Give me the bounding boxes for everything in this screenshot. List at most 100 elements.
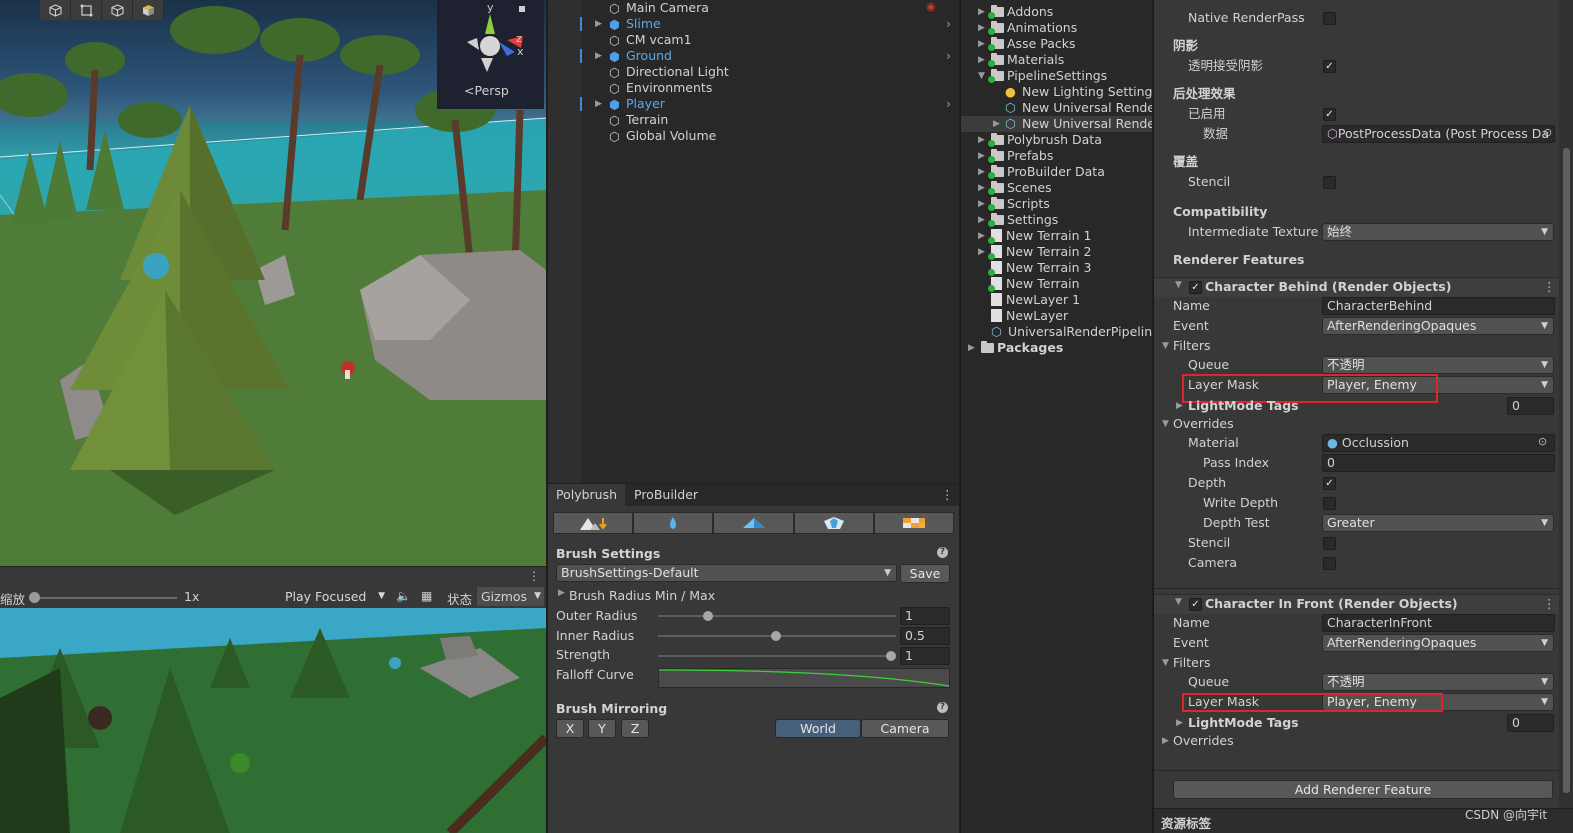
expand-arrow-icon[interactable]: ▶ bbox=[595, 48, 602, 64]
falloff-curve-field[interactable] bbox=[658, 668, 950, 688]
raise-lower-icon[interactable] bbox=[553, 512, 634, 534]
collapse-arrow-icon[interactable]: ▼ bbox=[1175, 597, 1182, 607]
inner-radius-slider-thumb[interactable] bbox=[771, 631, 781, 641]
hierarchy-item-global-volume[interactable]: ⬡ Global Volume bbox=[609, 128, 716, 144]
project-item-universal-render-1[interactable]: ⬡ New Universal Render bbox=[1005, 100, 1152, 116]
smooth-icon[interactable] bbox=[633, 512, 714, 534]
more-options-icon[interactable]: ⋮ bbox=[1543, 279, 1556, 294]
feature-enabled-checkbox[interactable]: ✓ bbox=[1189, 281, 1202, 294]
lightmode-tags-foldout[interactable]: LightMode Tags bbox=[1188, 713, 1299, 733]
projection-toggle[interactable]: <Persp bbox=[464, 83, 509, 98]
expand-arrow-icon[interactable]: ▶ bbox=[978, 244, 985, 260]
help-icon[interactable]: ? bbox=[937, 547, 948, 558]
open-prefab-chevron-icon[interactable]: › bbox=[946, 48, 951, 63]
mirror-z-button[interactable]: Z bbox=[621, 719, 649, 738]
project-item-scenes[interactable]: ▶ Scenes bbox=[978, 180, 1052, 196]
project-item-materials[interactable]: ▶ Materials bbox=[978, 52, 1064, 68]
feature-event-dropdown[interactable]: AfterRenderingOpaques ▼ bbox=[1322, 634, 1554, 652]
orientation-gizmo[interactable]: y z x <Persp bbox=[437, 0, 544, 109]
brush-preset-dropdown[interactable]: BrushSettings-Default ▼ bbox=[556, 564, 897, 582]
postprocess-enabled-checkbox[interactable]: ✓ bbox=[1323, 108, 1336, 121]
project-item-addons[interactable]: ▶ Addons bbox=[978, 4, 1053, 20]
tab-probuilder[interactable]: ProBuilder bbox=[626, 484, 706, 506]
feature-event-dropdown[interactable]: AfterRenderingOpaques ▼ bbox=[1322, 317, 1554, 335]
mirror-y-button[interactable]: Y bbox=[588, 719, 616, 738]
lightmode-tags-count[interactable]: 0 bbox=[1507, 397, 1554, 415]
mute-audio-icon[interactable]: 🔈 bbox=[396, 589, 411, 603]
cube-icon[interactable] bbox=[40, 0, 71, 20]
more-options-icon[interactable]: ⋮ bbox=[941, 487, 954, 502]
project-item-asse-packs[interactable]: ▶ Asse Packs bbox=[978, 36, 1076, 52]
object-picker-icon[interactable]: ⊙ bbox=[1543, 126, 1552, 139]
space-world-button[interactable]: World bbox=[775, 719, 861, 738]
project-item-newlayer-1[interactable]: NewLayer 1 bbox=[991, 292, 1080, 308]
cube-outline-icon[interactable] bbox=[102, 0, 133, 20]
project-panel[interactable]: ▶ Addons ▶ Animations ▶ Asse Packs ▶ Materia… bbox=[960, 0, 1152, 833]
collapse-arrow-icon[interactable]: ▼ bbox=[978, 68, 985, 84]
expand-arrow-icon[interactable]: ▶ bbox=[978, 36, 985, 52]
project-item-probuilder-data[interactable]: ▶ ProBuilder Data bbox=[978, 164, 1105, 180]
hierarchy-item-directional-light[interactable]: ⬡ Directional Light bbox=[609, 64, 729, 80]
color-paint-icon[interactable] bbox=[873, 512, 955, 534]
project-item-urp-global-settings[interactable]: ⬡ UniversalRenderPipelineG bbox=[991, 324, 1152, 340]
expand-arrow-icon[interactable]: ▶ bbox=[595, 96, 602, 112]
expand-arrow-icon[interactable]: ▶ bbox=[1162, 736, 1169, 746]
project-item-newlayer[interactable]: NewLayer bbox=[991, 308, 1068, 324]
project-item-new-terrain-3[interactable]: New Terrain 3 bbox=[988, 260, 1091, 276]
more-options-icon[interactable]: ⋮ bbox=[528, 569, 540, 583]
object-picker-icon[interactable]: ⊙ bbox=[1538, 435, 1547, 448]
queue-dropdown[interactable]: 不透明 ▼ bbox=[1322, 356, 1554, 374]
help-icon[interactable]: ? bbox=[937, 702, 948, 713]
transparent-shadows-checkbox[interactable]: ✓ bbox=[1323, 60, 1336, 73]
scrollbar-thumb[interactable] bbox=[1563, 148, 1570, 793]
hierarchy-item-environments[interactable]: ⬡ Environments bbox=[609, 80, 712, 96]
outer-radius-field[interactable]: 1 bbox=[900, 607, 950, 625]
pass-index-field[interactable]: 0 bbox=[1322, 454, 1555, 472]
overrides-foldout[interactable]: Overrides bbox=[1173, 731, 1234, 751]
project-item-settings[interactable]: ▶ Settings bbox=[978, 212, 1058, 228]
lightmode-tags-foldout[interactable]: LightMode Tags bbox=[1188, 396, 1299, 416]
open-prefab-chevron-icon[interactable]: › bbox=[946, 96, 951, 111]
outer-radius-slider[interactable] bbox=[658, 615, 896, 617]
mirror-x-button[interactable]: X bbox=[556, 719, 584, 738]
stencil-checkbox[interactable] bbox=[1323, 176, 1336, 189]
keyboard-icon[interactable]: ▦ bbox=[421, 589, 432, 603]
expand-arrow-icon[interactable]: ▶ bbox=[978, 228, 985, 244]
collapse-arrow-icon[interactable]: ▼ bbox=[1162, 658, 1169, 668]
collapse-arrow-icon[interactable]: ▼ bbox=[1175, 280, 1182, 290]
project-item-new-terrain-2[interactable]: ▶ New Terrain 2 bbox=[978, 244, 1091, 260]
expand-arrow-icon[interactable]: ▶ bbox=[1176, 401, 1183, 411]
hierarchy-item-cm-vcam1[interactable]: ⬡ CM vcam1 bbox=[609, 32, 692, 48]
feature-name-field[interactable]: CharacterInFront bbox=[1322, 614, 1555, 632]
expand-arrow-icon[interactable]: ▶ bbox=[978, 180, 985, 196]
expand-arrow-icon[interactable]: ▶ bbox=[993, 116, 1000, 132]
project-item-new-terrain-1[interactable]: ▶ New Terrain 1 bbox=[978, 228, 1091, 244]
cube-shaded-icon[interactable] bbox=[133, 0, 164, 20]
play-mode-dropdown[interactable]: Play Focused ▼ bbox=[279, 587, 389, 606]
expand-arrow-icon[interactable]: ▶ bbox=[978, 196, 985, 212]
gizmos-dropdown[interactable]: Gizmos ▼ bbox=[477, 587, 544, 606]
rect-tool-icon[interactable] bbox=[71, 0, 102, 20]
expand-arrow-icon[interactable]: ▶ bbox=[978, 132, 985, 148]
outer-radius-slider-thumb[interactable] bbox=[703, 611, 713, 621]
save-button[interactable]: Save bbox=[900, 564, 950, 583]
stats-button[interactable]: 状态 bbox=[447, 589, 472, 608]
project-item-new-terrain[interactable]: New Terrain bbox=[988, 276, 1080, 292]
project-item-packages[interactable]: ▶ Packages bbox=[968, 340, 1063, 356]
expand-arrow-icon[interactable]: ▶ bbox=[558, 588, 565, 598]
expand-arrow-icon[interactable]: ▶ bbox=[978, 20, 985, 36]
hierarchy-item-terrain[interactable]: ⬡ Terrain bbox=[609, 112, 668, 128]
inspector-panel[interactable]: Native RenderPass 阴影 透明接受阴影 ✓ 后处理效果 已启用 … bbox=[1153, 0, 1573, 833]
expand-arrow-icon[interactable]: ▶ bbox=[978, 148, 985, 164]
scene-view[interactable]: y z x <Persp bbox=[0, 0, 546, 566]
open-prefab-chevron-icon[interactable]: › bbox=[946, 16, 951, 31]
feature-name-field[interactable]: CharacterBehind bbox=[1322, 297, 1555, 315]
hierarchy-item-slime[interactable]: ▶ ⬢ Slime bbox=[595, 16, 661, 32]
expand-arrow-icon[interactable]: ▶ bbox=[978, 164, 985, 180]
hierarchy-item-player[interactable]: ▶ ⬢ Player bbox=[595, 96, 665, 112]
space-camera-button[interactable]: Camera bbox=[861, 719, 949, 738]
texture-icon[interactable] bbox=[713, 512, 794, 534]
expand-arrow-icon[interactable]: ▶ bbox=[1176, 718, 1183, 728]
expand-arrow-icon[interactable]: ▶ bbox=[968, 340, 975, 356]
expand-arrow-icon[interactable]: ▶ bbox=[595, 16, 602, 32]
